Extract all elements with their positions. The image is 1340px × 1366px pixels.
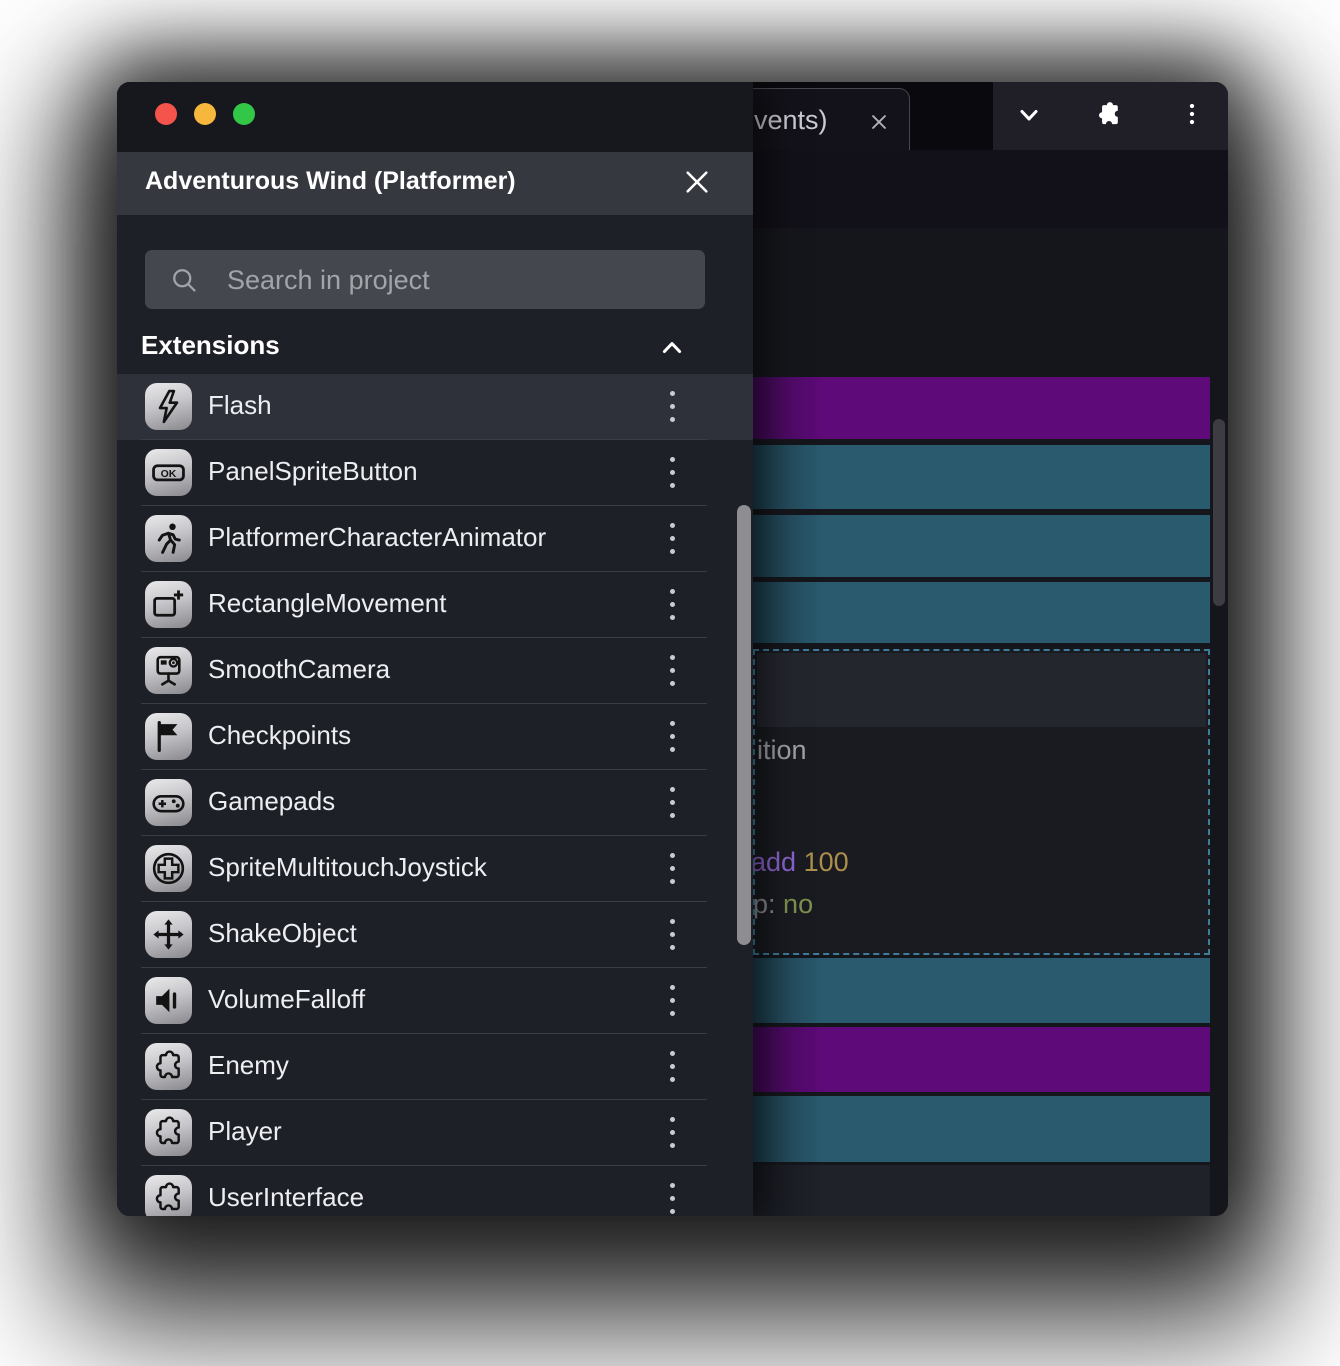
extension-menu-button[interactable] <box>660 519 684 559</box>
window-controls-strip <box>993 82 1228 150</box>
extension-menu-button[interactable] <box>660 387 684 427</box>
event-block-dark[interactable] <box>753 1165 1210 1216</box>
selected-event-block[interactable]: ition add 100 p: no <box>751 649 1210 955</box>
camera-icon <box>145 647 192 694</box>
extension-menu-button[interactable] <box>660 849 684 889</box>
extension-label: Gamepads <box>208 786 336 816</box>
flag-icon <box>145 713 192 760</box>
runner-icon <box>145 515 192 562</box>
extension-menu-button[interactable] <box>660 585 684 625</box>
puzzle-icon <box>145 1175 192 1216</box>
extension-menu-button[interactable] <box>660 717 684 757</box>
condition-text: ition <box>757 735 807 765</box>
event-block-teal[interactable] <box>753 1096 1210 1162</box>
extension-menu-button[interactable] <box>660 915 684 955</box>
joystick-icon <box>145 845 192 892</box>
extension-menu-button[interactable] <box>660 651 684 691</box>
extension-list-item[interactable]: UserInterface <box>117 1166 753 1216</box>
extension-list-item[interactable]: PlatformerCharacterAnimator <box>117 506 753 572</box>
extension-list-item[interactable]: SmoothCamera <box>117 638 753 704</box>
extension-list-item[interactable]: Gamepads <box>117 770 753 836</box>
extension-list-item[interactable]: VolumeFalloff <box>117 968 753 1034</box>
move-arrows-icon <box>145 911 192 958</box>
events-column: ition add 100 p: no <box>751 228 1210 1216</box>
search-input[interactable] <box>225 250 669 311</box>
project-title: Adventurous Wind (Platformer) <box>145 167 516 195</box>
extension-label: SmoothCamera <box>208 654 391 684</box>
screenshot-stage: vents) ition add 100 p: no Adventurous W… <box>0 0 1340 1366</box>
search-box[interactable] <box>145 250 705 311</box>
extension-label: VolumeFalloff <box>208 984 366 1014</box>
kebab-menu-icon[interactable] <box>1179 101 1205 127</box>
event-condition-strip[interactable] <box>757 653 1206 727</box>
extension-menu-button[interactable] <box>660 1047 684 1087</box>
extension-menu-button[interactable] <box>660 453 684 493</box>
action-text: add 100 <box>751 847 849 877</box>
search-icon <box>173 269 196 292</box>
extensions-list: Flash PanelSpriteButton PlatformerCharac… <box>117 374 753 1216</box>
chevron-up-icon[interactable] <box>658 334 686 362</box>
puzzle-icon <box>145 1109 192 1156</box>
event-block-purple[interactable] <box>753 377 1210 439</box>
event-block-teal[interactable] <box>753 445 1210 509</box>
extension-list-item[interactable]: Flash <box>117 374 753 440</box>
puzzle-icon <box>145 1043 192 1090</box>
tab-label: vents) <box>754 105 828 135</box>
extensions-section-header[interactable]: Extensions <box>117 322 753 374</box>
rectangle-plus-icon <box>145 581 192 628</box>
extension-label: Checkpoints <box>208 720 352 750</box>
extension-label: Enemy <box>208 1050 289 1080</box>
panel-header: Adventurous Wind (Platformer) <box>117 152 753 215</box>
traffic-light-close[interactable] <box>155 103 177 125</box>
extension-label: PanelSpriteButton <box>208 456 418 486</box>
titlebar <box>117 82 753 152</box>
extension-list-item[interactable]: Player <box>117 1100 753 1166</box>
extension-label: Player <box>208 1116 282 1146</box>
panel-scrollbar[interactable] <box>737 505 751 945</box>
extension-label: ShakeObject <box>208 918 357 948</box>
event-block-teal[interactable] <box>753 515 1210 577</box>
speaker-icon <box>145 977 192 1024</box>
event-block-purple[interactable] <box>753 1027 1210 1092</box>
traffic-light-zoom[interactable] <box>233 103 255 125</box>
extension-label: UserInterface <box>208 1182 365 1212</box>
app-window: vents) ition add 100 p: no Adventurous W… <box>117 82 1228 1216</box>
parameter-text: p: no <box>753 889 814 919</box>
extension-menu-button[interactable] <box>660 783 684 823</box>
extension-label: SpriteMultitouchJoystick <box>208 852 487 882</box>
extension-list-item[interactable]: ShakeObject <box>117 902 753 968</box>
extension-label: RectangleMovement <box>208 588 447 618</box>
extension-list-item[interactable]: SpriteMultitouchJoystick <box>117 836 753 902</box>
extension-menu-button[interactable] <box>660 981 684 1021</box>
traffic-light-minimize[interactable] <box>194 103 216 125</box>
gamepad-icon <box>145 779 192 826</box>
section-label: Extensions <box>141 330 280 360</box>
chevron-down-icon[interactable] <box>1015 101 1043 129</box>
extension-list-item[interactable]: PanelSpriteButton <box>117 440 753 506</box>
tab-close-icon[interactable] <box>866 109 892 135</box>
events-scrollbar[interactable] <box>1213 419 1225 606</box>
extension-menu-button[interactable] <box>660 1113 684 1153</box>
event-block-teal[interactable] <box>753 582 1210 643</box>
x-icon[interactable] <box>681 166 713 198</box>
extension-list-item[interactable]: Enemy <box>117 1034 753 1100</box>
ok-button-icon <box>145 449 192 496</box>
extension-menu-button[interactable] <box>660 1179 684 1216</box>
project-manager-panel: Adventurous Wind (Platformer) Extensions… <box>117 82 753 1216</box>
extension-list-item[interactable]: RectangleMovement <box>117 572 753 638</box>
event-block-teal[interactable] <box>753 958 1210 1023</box>
extension-label: PlatformerCharacterAnimator <box>208 522 547 552</box>
puzzle-icon[interactable] <box>1093 99 1125 131</box>
flash-icon <box>145 383 192 430</box>
extension-list-item[interactable]: Checkpoints <box>117 704 753 770</box>
extension-label: Flash <box>208 390 272 420</box>
